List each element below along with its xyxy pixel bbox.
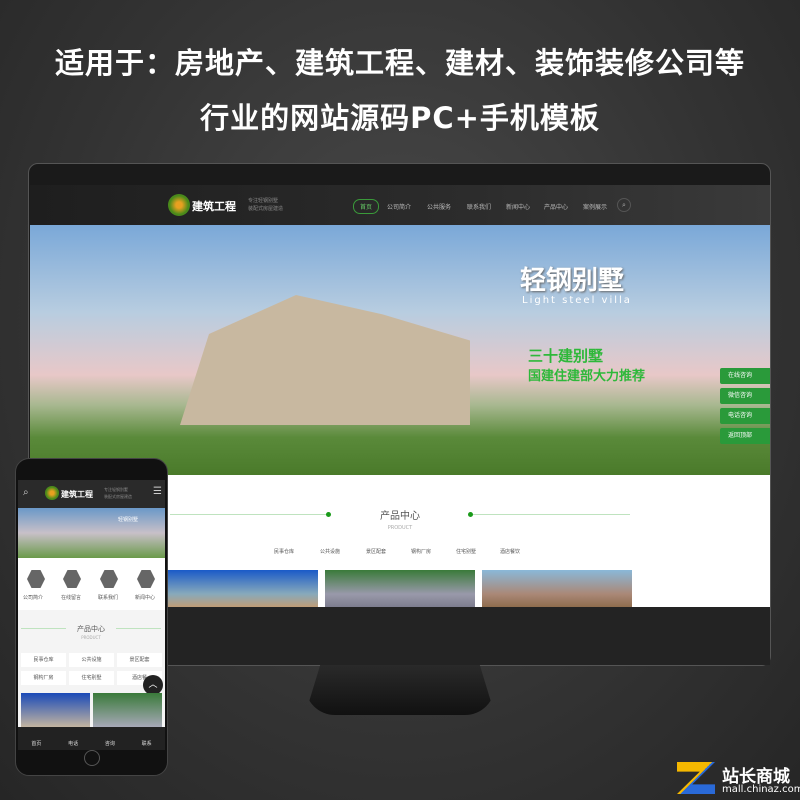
nav-service[interactable]: 公共服务 bbox=[427, 202, 451, 211]
house-image bbox=[180, 295, 470, 425]
wechat-consult-button[interactable]: 微信咨询 bbox=[720, 388, 770, 404]
logo-name: 建筑工程 bbox=[192, 200, 236, 213]
tab-scenic[interactable]: 景区配套 bbox=[366, 548, 386, 555]
headline-line1: 适用于：房地产、建筑工程、建材、装饰装修公司等 bbox=[54, 46, 745, 80]
back-to-top-button[interactable]: 返回顶部 bbox=[720, 428, 770, 444]
back-to-top-icon[interactable]: ︿ bbox=[143, 675, 163, 695]
divider bbox=[470, 514, 630, 515]
product-image[interactable] bbox=[93, 693, 162, 728]
section-subtitle: PRODUCT bbox=[387, 525, 413, 531]
category-button[interactable]: 民事仓库 bbox=[21, 653, 66, 667]
logo-slogan: 专注轻钢别墅 bbox=[248, 198, 279, 204]
nav-home[interactable]: 首页 bbox=[353, 199, 380, 214]
section-title: 产品中心 bbox=[380, 511, 420, 522]
section-title: 产品中心 bbox=[66, 624, 116, 634]
nav-news[interactable]: 新闻中心 bbox=[506, 202, 530, 211]
category-button[interactable]: 住宅别墅 bbox=[69, 671, 114, 685]
search-icon[interactable]: ⌕ bbox=[617, 198, 631, 212]
divider bbox=[170, 514, 330, 515]
phone-consult-button[interactable]: 电话咨询 bbox=[720, 408, 770, 424]
online-consult-button[interactable]: 在线咨询 bbox=[720, 368, 770, 384]
nav-products[interactable]: 产品中心 bbox=[544, 202, 568, 211]
banner-title: 轻钢别墅 bbox=[520, 266, 625, 296]
nav-cases[interactable]: 案例展示 bbox=[583, 202, 607, 211]
tab-hotel[interactable]: 酒店餐饮 bbox=[500, 548, 520, 555]
home-button bbox=[84, 750, 100, 766]
bottom-nav-consult[interactable]: 咨询 bbox=[92, 727, 129, 750]
banner-line1: 三十建别墅 bbox=[528, 347, 604, 365]
product-image[interactable] bbox=[325, 570, 475, 607]
tab-villa[interactable]: 住宅别墅 bbox=[456, 548, 476, 555]
logo-slogan: 专注轻钢别墅 bbox=[104, 487, 128, 492]
product-image[interactable] bbox=[21, 693, 90, 728]
icon-label[interactable]: 联系我们 bbox=[98, 594, 118, 601]
desktop-nav: 建筑工程 专注轻钢别墅 装配式房屋建造 首页 公司简介 公共服务 联系我们 新闻… bbox=[30, 185, 770, 225]
logo-slogan: 装配式房屋建造 bbox=[104, 494, 132, 499]
logo-name: 建筑工程 bbox=[61, 490, 93, 499]
dot bbox=[326, 512, 331, 517]
product-image[interactable] bbox=[168, 570, 318, 607]
nav-about[interactable]: 公司简介 bbox=[387, 202, 411, 211]
icon-label[interactable]: 在线留言 bbox=[61, 594, 81, 601]
banner-title: 轻钢别墅 bbox=[118, 517, 139, 523]
logo-icon bbox=[168, 194, 190, 216]
product-image[interactable] bbox=[482, 570, 632, 607]
hero-banner: 轻钢别墅 Light steel villa 三十建别墅 国建住建部大力推荐 bbox=[30, 225, 770, 475]
logo-icon bbox=[45, 486, 59, 500]
category-button[interactable]: 公共设施 bbox=[69, 653, 114, 667]
bottom-nav: 首页 电话 咨询 联系 bbox=[18, 727, 165, 750]
menu-icon[interactable]: ☰ bbox=[153, 486, 162, 497]
category-button[interactable]: 钢构厂房 bbox=[21, 671, 66, 685]
monitor-stand bbox=[305, 665, 495, 715]
search-icon[interactable]: ⌕ bbox=[23, 487, 29, 498]
icon-label[interactable]: 公司简介 bbox=[23, 594, 43, 601]
section-subtitle: PRODUCT bbox=[81, 635, 101, 640]
watermark-url: mall.chinaz.com bbox=[722, 784, 800, 795]
chinaz-logo-icon bbox=[677, 762, 715, 794]
mobile-screen: ⌕ 建筑工程 专注轻钢别墅 装配式房屋建造 ☰ 轻钢别墅 公司简介 在线留言 联… bbox=[18, 480, 165, 750]
banner-subtitle: Light steel villa bbox=[522, 295, 632, 306]
tab-warehouse[interactable]: 民事仓库 bbox=[274, 548, 294, 555]
bottom-nav-contact[interactable]: 联系 bbox=[128, 727, 165, 750]
bottom-nav-home[interactable]: 首页 bbox=[18, 727, 55, 750]
mobile-banner: 轻钢别墅 bbox=[18, 508, 165, 558]
nav-contact[interactable]: 联系我们 bbox=[467, 202, 491, 211]
bottom-nav-phone[interactable]: 电话 bbox=[55, 727, 92, 750]
tab-factory[interactable]: 钢构厂房 bbox=[411, 548, 431, 555]
tab-public[interactable]: 公共设施 bbox=[320, 548, 340, 555]
category-button[interactable]: 景区配套 bbox=[117, 653, 162, 667]
logo-slogan: 装配式房屋建造 bbox=[248, 206, 284, 212]
dot bbox=[468, 512, 473, 517]
icon-label[interactable]: 新闻中心 bbox=[135, 594, 155, 601]
headline-line2: 行业的网站源码PC+手机模板 bbox=[200, 101, 600, 135]
banner-line2: 国建住建部大力推荐 bbox=[528, 369, 646, 384]
